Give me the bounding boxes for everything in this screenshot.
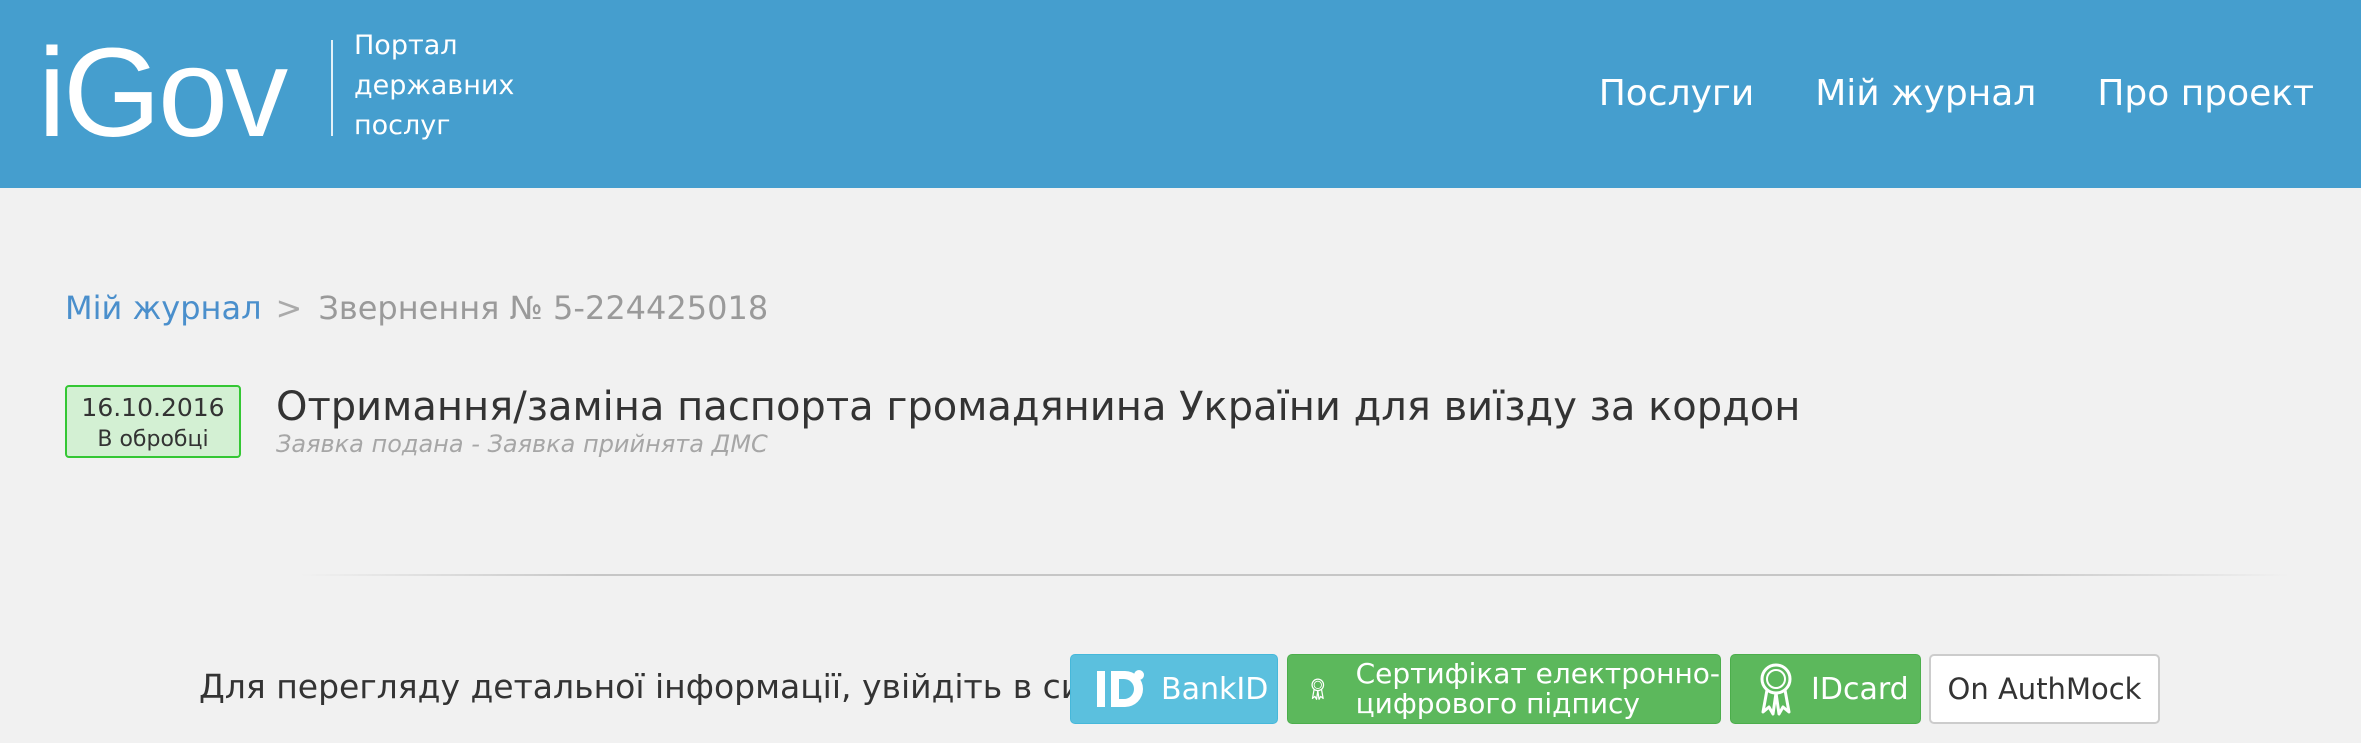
igov-logo[interactable]: iGov	[38, 18, 288, 168]
main-nav: Послуги Мій журнал Про проект	[1599, 66, 2314, 122]
authmock-label: On AuthMock	[1947, 672, 2142, 706]
logo-divider	[331, 40, 333, 136]
award-icon	[1311, 678, 1325, 700]
award-icon	[1760, 663, 1792, 716]
request-status: В обробці	[97, 427, 209, 452]
nav-item-about-project[interactable]: Про проект	[2097, 66, 2314, 122]
idcard-login-button[interactable]: IDcard	[1730, 654, 1921, 724]
tagline-line-1: Портал	[354, 30, 458, 61]
nav-item-services[interactable]: Послуги	[1599, 66, 1755, 122]
request-date: 16.10.2016	[81, 393, 225, 422]
certificate-label: Сертифікат електронно- цифрового підпису	[1356, 659, 1720, 719]
site-tagline: Портал державних послуг	[354, 26, 514, 146]
breadcrumb-current: Звернення № 5-224425018	[318, 289, 769, 327]
certificate-label-line-1: Сертифікат електронно-	[1355, 657, 1720, 690]
breadcrumb-my-journal-link[interactable]: Мій журнал	[65, 289, 262, 327]
tagline-line-3: послуг	[354, 110, 451, 141]
bankid-login-button[interactable]: BankID	[1070, 654, 1278, 724]
idcard-label: IDcard	[1811, 671, 1909, 707]
authmock-login-button[interactable]: On AuthMock	[1929, 654, 2160, 724]
bankid-logo-icon	[1097, 670, 1144, 707]
certificate-login-button[interactable]: Сертифікат електронно- цифрового підпису	[1287, 654, 1721, 724]
breadcrumb-separator: >	[275, 289, 303, 327]
status-badge: 16.10.2016 В обробці	[65, 385, 241, 458]
breadcrumb: Мій журнал > Звернення № 5-224425018	[65, 286, 768, 330]
nav-item-my-journal[interactable]: Мій журнал	[1815, 66, 2036, 122]
login-prompt: Для перегляду детальної інформації, увій…	[199, 667, 1185, 706]
section-divider	[300, 574, 2290, 576]
tagline-line-2: державних	[354, 70, 515, 101]
certificate-label-line-2: цифрового підпису	[1355, 687, 1640, 720]
site-header: iGov Портал державних послуг Послуги Мій…	[0, 0, 2361, 188]
bankid-label: BankID	[1161, 671, 1269, 707]
service-title: Отримання/заміна паспорта громадянина Ук…	[276, 384, 1801, 430]
service-subtitle: Заявка подана - Заявка прийнята ДМС	[276, 430, 768, 458]
